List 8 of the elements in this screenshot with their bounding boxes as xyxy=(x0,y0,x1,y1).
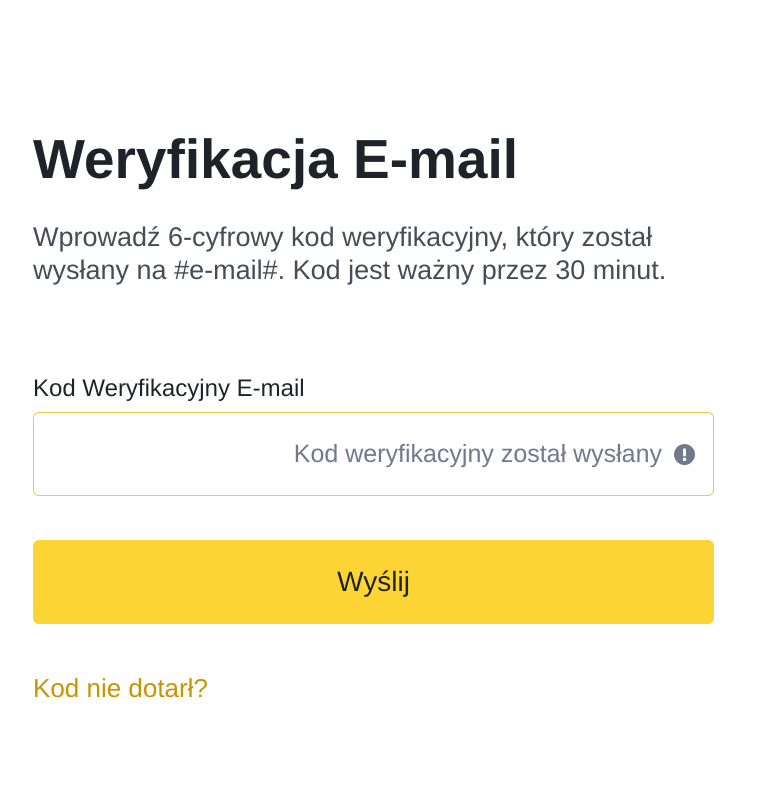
instructions-text: Wprowadź 6-cyfrowy kod weryfikacyjny, który został wysłany na #e-mail#. Kod jest ważny przez 30 minut. xyxy=(33,221,668,287)
field-label: Kod Weryfikacyjny E-mail xyxy=(33,374,305,404)
resend-code-link[interactable]: Kod nie dotarł? xyxy=(33,673,208,703)
code-sent-status: Kod weryfikacyjny został wysłany xyxy=(294,440,662,468)
code-input-field[interactable]: Kod weryfikacyjny został wysłany xyxy=(33,412,714,496)
page-title: Weryfikacja E-mail xyxy=(33,127,518,191)
submit-button[interactable]: Wyślij xyxy=(33,540,714,624)
alert-icon xyxy=(674,444,695,464)
